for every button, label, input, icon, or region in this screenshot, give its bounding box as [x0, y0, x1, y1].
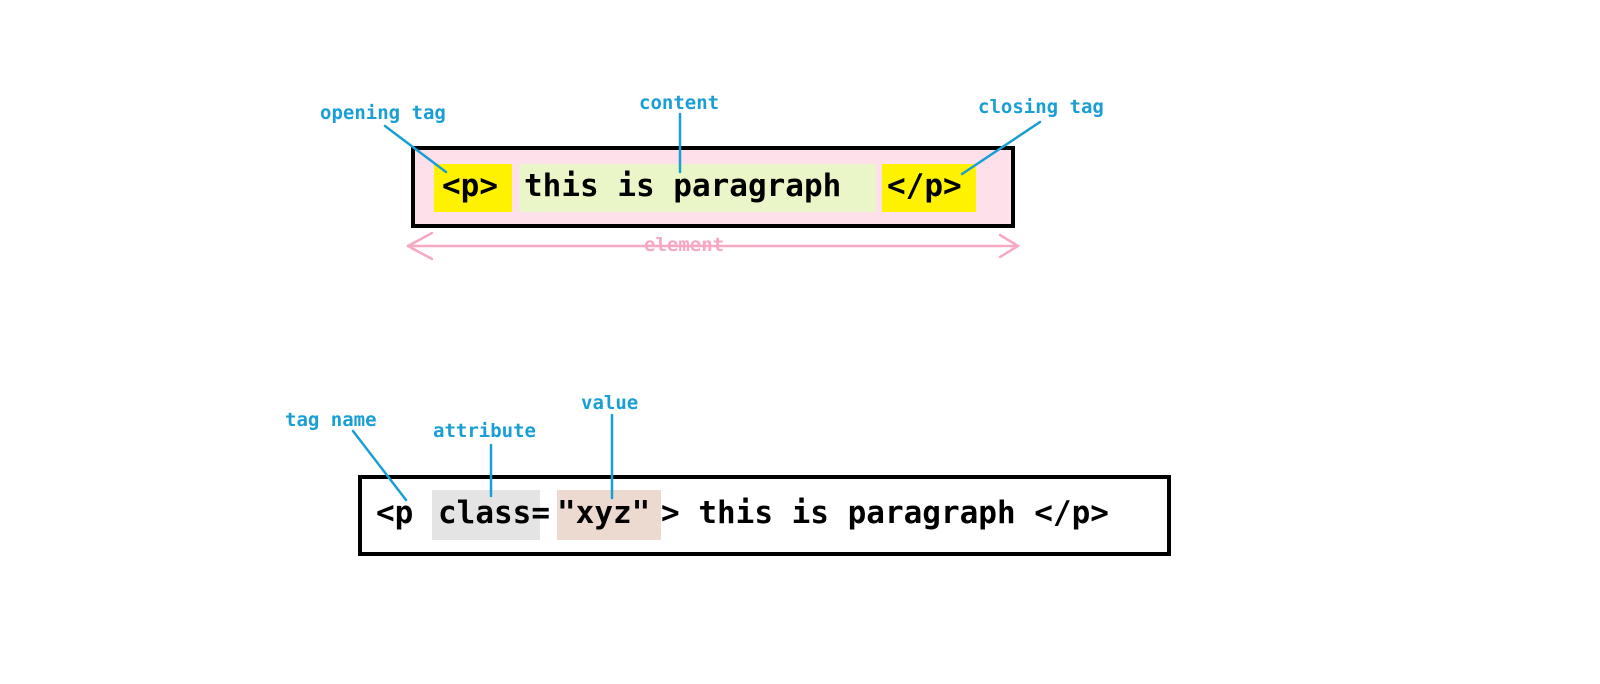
content-label: content [639, 92, 720, 114]
value-label: value [581, 392, 639, 414]
element-arrow-left-head [406, 231, 434, 261]
closing-tag-code: </p> [887, 168, 962, 204]
leader-lines [351, 112, 1042, 502]
tag-name-label: tag name [285, 409, 377, 431]
content-code: this is paragraph [524, 168, 842, 204]
tag-name-code: <p [376, 495, 414, 531]
closing-tag-label: closing tag [978, 96, 1104, 118]
value-code: "xyz" [557, 495, 651, 531]
element-label: element [638, 236, 731, 255]
attribute-code: class= [438, 495, 550, 531]
rest-code: > this is paragraph </p> [661, 495, 1109, 531]
opening-tag-label: opening tag [320, 102, 446, 124]
attribute-label: attribute [433, 420, 536, 442]
opening-tag-code: <p> [442, 168, 498, 204]
element-arrow-right-head [998, 233, 1020, 259]
